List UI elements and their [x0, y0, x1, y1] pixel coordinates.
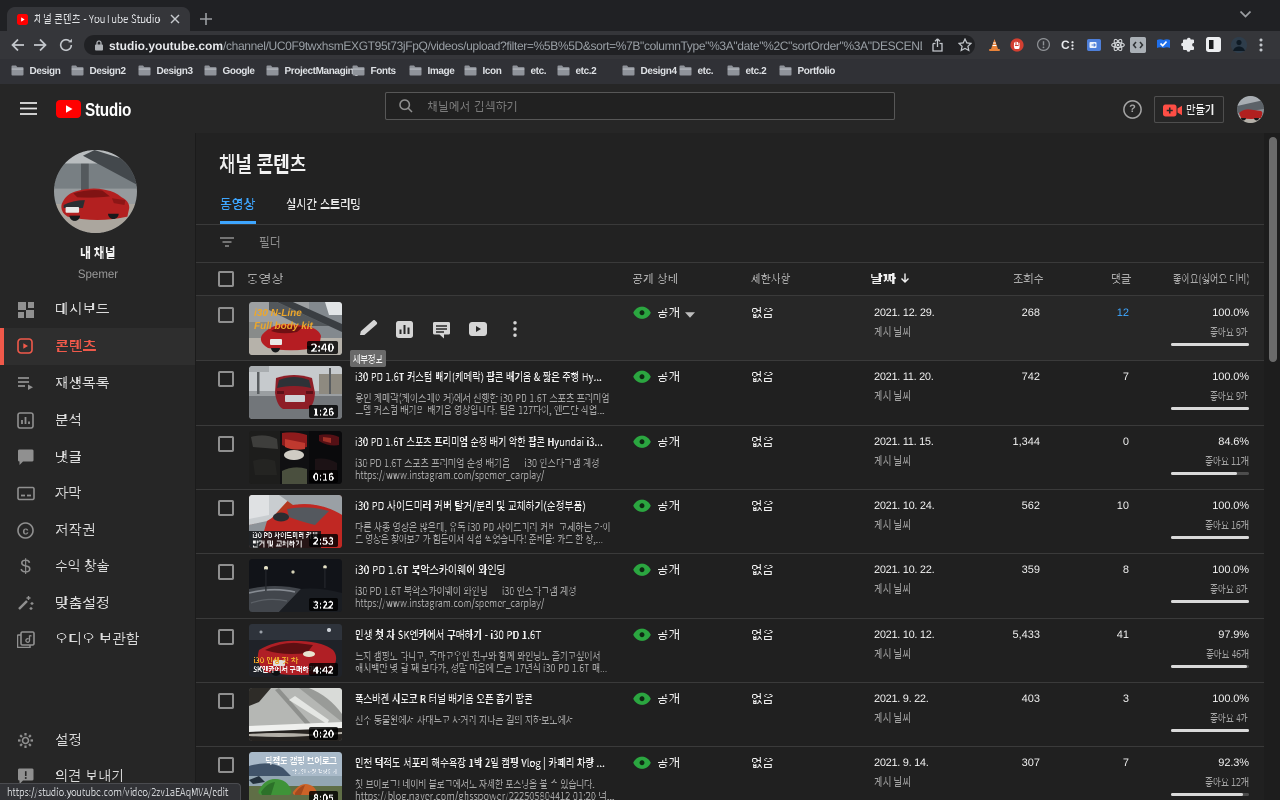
svg-text:c: c [22, 525, 28, 537]
svg-text:Full body kit: Full body kit [254, 321, 314, 332]
